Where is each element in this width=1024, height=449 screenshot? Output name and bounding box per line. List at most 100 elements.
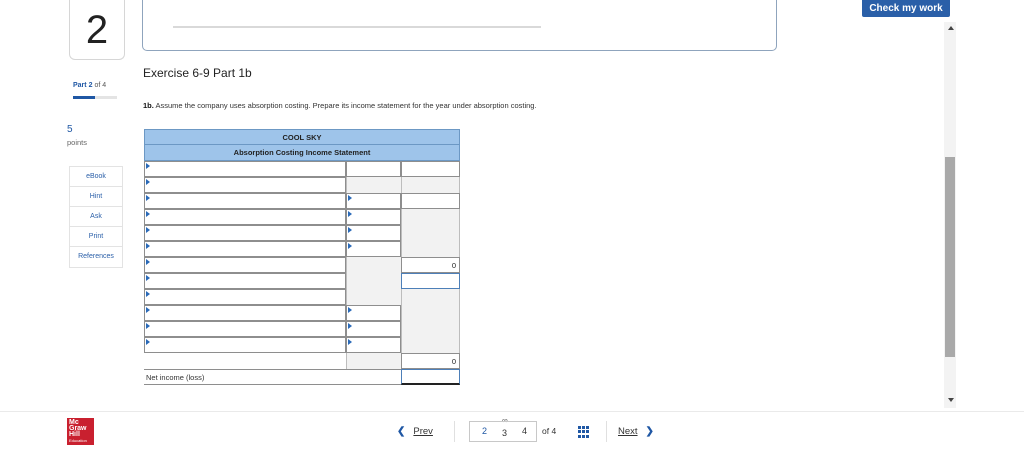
dropdown-arrow-icon <box>348 211 352 217</box>
references-link[interactable]: References <box>70 247 122 267</box>
empty-cell <box>346 353 401 369</box>
label-dropdown[interactable] <box>144 321 346 337</box>
dropdown-arrow-icon <box>146 243 150 249</box>
prev-button[interactable]: ❮ Prev <box>397 421 455 442</box>
part-of: of 4 <box>94 82 107 89</box>
scroll-down-arrow-icon[interactable] <box>948 398 954 402</box>
amount-input[interactable] <box>346 241 401 257</box>
page-4-button[interactable]: 4 <box>522 426 527 436</box>
part-progress-bar <box>73 96 117 99</box>
ask-link[interactable]: Ask <box>70 207 122 227</box>
table-row <box>144 305 460 321</box>
label-dropdown[interactable] <box>144 273 346 289</box>
page-selector: 2 3 4 <box>469 421 537 442</box>
empty-cell <box>401 321 460 337</box>
dropdown-arrow-icon <box>146 163 150 169</box>
amount-input[interactable] <box>346 321 401 337</box>
part-progress-fill <box>73 96 95 99</box>
check-my-work-button[interactable]: Check my work <box>862 0 950 17</box>
dropdown-arrow-icon <box>146 275 150 281</box>
table-row <box>144 289 460 305</box>
dropdown-arrow-icon <box>146 339 150 345</box>
hint-link[interactable]: Hint <box>70 187 122 207</box>
subtotal-value: 0 <box>401 257 460 273</box>
table-row <box>144 177 460 193</box>
label-dropdown[interactable] <box>144 209 346 225</box>
total-input[interactable] <box>401 193 460 209</box>
dropdown-arrow-icon <box>348 339 352 345</box>
dropdown-arrow-icon <box>146 323 150 329</box>
divider-line <box>173 26 541 28</box>
amount-input[interactable] <box>346 161 401 177</box>
empty-cell <box>401 225 460 241</box>
amount-input[interactable] <box>346 193 401 209</box>
part-current: 2 <box>88 82 93 89</box>
dropdown-arrow-icon <box>348 195 352 201</box>
dropdown-arrow-icon <box>146 291 150 297</box>
table-row <box>144 193 460 209</box>
page-3-button[interactable]: 3 <box>502 428 507 438</box>
label-dropdown[interactable] <box>144 177 346 193</box>
dropdown-arrow-icon <box>146 259 150 265</box>
total-input[interactable] <box>401 161 460 177</box>
empty-cell <box>346 177 401 193</box>
part-word: Part <box>73 82 87 89</box>
statement-title: Absorption Costing Income Statement <box>144 145 460 161</box>
print-link[interactable]: Print <box>70 227 122 247</box>
empty-cell <box>401 289 460 305</box>
chevron-left-icon: ❮ <box>397 426 406 437</box>
grid-view-icon[interactable] <box>578 426 590 438</box>
label-dropdown[interactable] <box>144 225 346 241</box>
label-dropdown[interactable] <box>144 305 346 321</box>
label-dropdown[interactable] <box>144 241 346 257</box>
amount-input[interactable] <box>346 337 401 353</box>
table-row: 0 <box>144 353 460 369</box>
label-dropdown[interactable] <box>144 337 346 353</box>
empty-cell <box>144 353 346 369</box>
subtotal-value: 0 <box>401 353 460 369</box>
dropdown-arrow-icon <box>146 179 150 185</box>
label-dropdown[interactable] <box>144 257 346 273</box>
dropdown-arrow-icon <box>348 307 352 313</box>
table-row <box>144 273 460 289</box>
dropdown-arrow-icon <box>146 227 150 233</box>
scroll-up-arrow-icon[interactable] <box>948 26 954 30</box>
net-income-input[interactable] <box>401 369 460 385</box>
amount-input[interactable] <box>346 305 401 321</box>
page-2-button[interactable]: 2 <box>482 426 487 436</box>
next-button[interactable]: Next ❯ <box>618 421 668 442</box>
empty-cell <box>401 177 460 193</box>
label-dropdown[interactable] <box>144 289 346 305</box>
scrollbar-thumb[interactable] <box>945 157 955 357</box>
dropdown-arrow-icon <box>348 227 352 233</box>
empty-cell <box>401 337 460 353</box>
amount-input[interactable] <box>346 209 401 225</box>
chevron-right-icon: ❯ <box>645 426 654 437</box>
table-row <box>144 241 460 257</box>
company-name: COOL SKY <box>144 129 460 145</box>
table-row <box>144 161 460 177</box>
label-dropdown[interactable] <box>144 193 346 209</box>
dropdown-arrow-icon <box>146 307 150 313</box>
prev-label: Prev <box>413 426 433 437</box>
dropdown-arrow-icon <box>348 243 352 249</box>
empty-cell <box>346 289 401 305</box>
points-label: points <box>67 138 88 147</box>
question-number: 2 <box>69 0 125 60</box>
instruction-text: Assume the company uses absorption costi… <box>153 101 537 110</box>
amount-input[interactable] <box>346 225 401 241</box>
label-dropdown[interactable] <box>144 161 346 177</box>
empty-cell <box>401 241 460 257</box>
next-label: Next <box>618 426 638 437</box>
ebook-link[interactable]: eBook <box>70 167 122 187</box>
empty-cell <box>401 209 460 225</box>
table-row <box>144 321 460 337</box>
total-input[interactable] <box>401 273 460 289</box>
table-row <box>144 225 460 241</box>
net-income-row: Net income (loss) <box>144 369 460 385</box>
sidebar-links: eBook Hint Ask Print References <box>69 166 123 268</box>
table-row <box>144 209 460 225</box>
points-value: 5 <box>67 124 73 135</box>
table-row <box>144 337 460 353</box>
page-total: of 4 <box>542 426 557 436</box>
